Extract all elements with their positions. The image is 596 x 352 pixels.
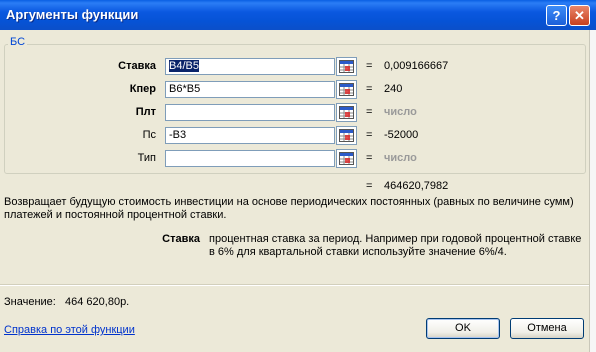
equals-sign: = [366,129,373,141]
function-description: Возвращает будущую стоимость инвестиции … [4,196,574,221]
arg-input-pv[interactable]: -B3 [165,127,335,144]
function-help-link[interactable]: Справка по этой функции [4,324,135,336]
equals-sign: = [366,152,373,164]
arg-input-type[interactable] [165,150,335,167]
equals-sign: = [366,83,373,95]
divider-highlight [0,285,596,286]
arg-label-type: Тип [137,152,156,164]
window-title: Аргументы функции [6,7,139,22]
arg-input-rate-value: B4/B5 [169,60,199,72]
equals-sign: = [366,60,373,72]
cancel-button[interactable]: Отмена [510,318,584,339]
result-line: Значение: 464 620,80р. [4,296,129,308]
background-window-edge [589,30,596,352]
close-button[interactable]: ✕ [569,5,590,26]
function-name-legend: БС [8,36,28,48]
param-help-text: процентная ставка за период. Например пр… [209,233,582,258]
collapse-dialog-icon[interactable] [336,80,357,99]
title-bar[interactable]: Аргументы функции ? ✕ [0,0,596,30]
arg-result-type: число [384,152,417,164]
param-help-name: Ставка [162,233,200,245]
arg-label-rate: Ставка [118,60,156,72]
formula-result: 464620,7982 [384,180,449,192]
equals-sign: = [366,106,373,118]
arg-input-pmt[interactable] [165,104,335,121]
arg-input-rate[interactable]: B4/B5 [165,58,335,75]
result-value: 464 620,80р. [65,296,130,308]
arg-input-nper[interactable]: B6*B5 [165,81,335,98]
result-label: Значение: [4,296,56,308]
help-button[interactable]: ? [546,5,567,26]
arg-label-pv: Пс [142,129,156,141]
collapse-dialog-icon[interactable] [336,103,357,122]
arg-result-rate: 0,009166667 [384,60,449,72]
arg-result-nper: 240 [384,83,403,95]
arg-label-pmt: Плт [135,106,156,118]
arg-result-pv: -52000 [384,129,419,141]
collapse-dialog-icon[interactable] [336,149,357,168]
arg-label-nper: Кпер [129,83,156,95]
equals-sign: = [366,180,373,192]
collapse-dialog-icon[interactable] [336,57,357,76]
collapse-dialog-icon[interactable] [336,126,357,145]
ok-button[interactable]: OK [426,318,500,339]
arg-result-pmt: число [384,106,417,118]
